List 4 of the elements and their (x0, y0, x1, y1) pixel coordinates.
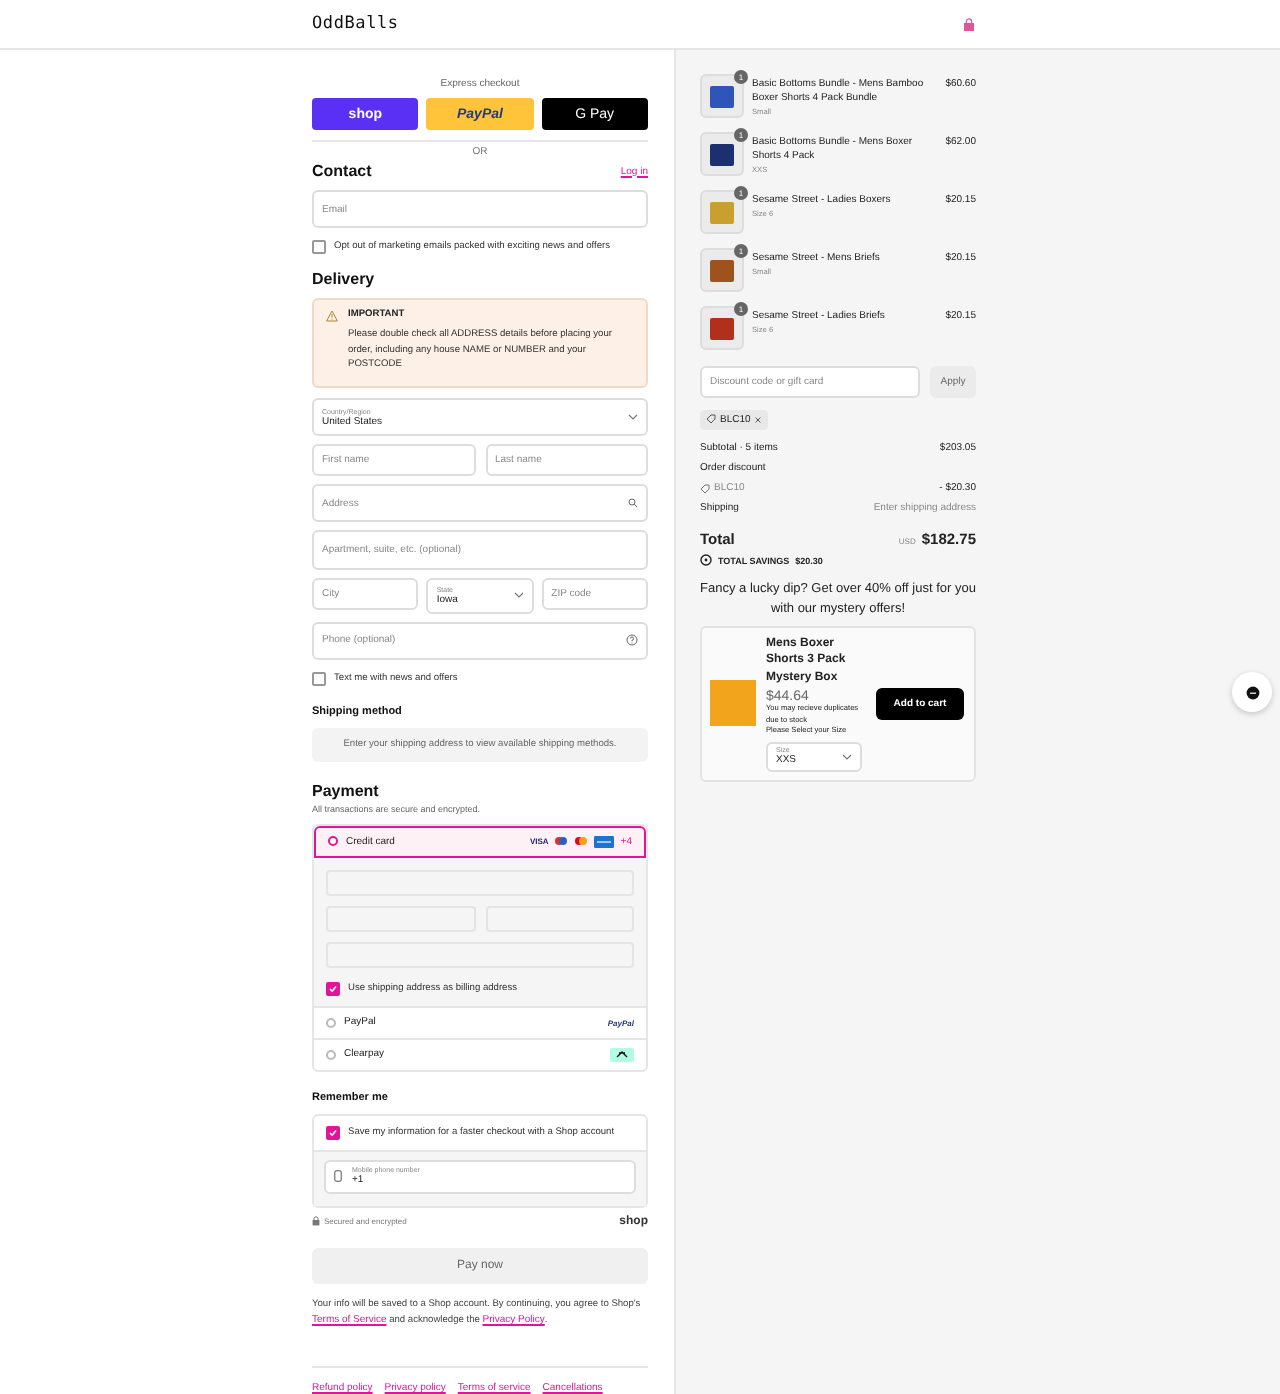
section-heading: Contact (312, 162, 372, 180)
section-heading: Delivery (312, 270, 377, 289)
logo[interactable]: OddBalls (312, 14, 399, 34)
section-heading: Payment (312, 781, 381, 800)
